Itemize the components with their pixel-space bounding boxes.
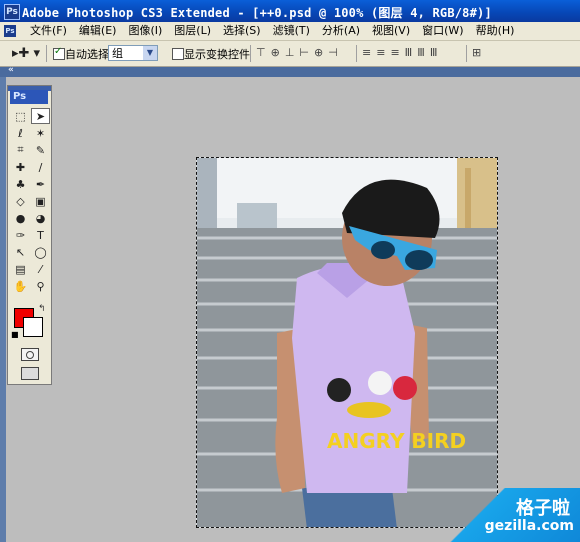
pen-tool-icon[interactable]: ✑ bbox=[11, 227, 30, 243]
screen-mode-button[interactable] bbox=[21, 367, 39, 380]
chevron-down-icon: ▼ bbox=[143, 46, 157, 60]
distribute-top-icon[interactable]: ≡ bbox=[362, 46, 376, 59]
shape-tool-icon[interactable]: ◯ bbox=[31, 244, 50, 260]
watermark-brand: 格子啦 bbox=[516, 498, 570, 519]
quick-mask-button[interactable] bbox=[21, 348, 39, 361]
menu-bar: Ps 文件(F) 编辑(E) 图像(I) 图层(L) 选择(S) 滤镜(T) 分… bbox=[0, 22, 580, 41]
ps-menu-icon[interactable]: Ps bbox=[4, 25, 16, 37]
magic-wand-tool-icon[interactable]: ✶ bbox=[31, 125, 50, 141]
zoom-tool-icon[interactable]: ⚲ bbox=[31, 278, 50, 294]
window-title: Adobe Photoshop CS3 Extended - [++0.psd … bbox=[22, 6, 492, 20]
options-separator bbox=[356, 45, 357, 62]
menu-filter[interactable]: 滤镜(T) bbox=[267, 24, 316, 38]
slice-tool-icon[interactable]: ✎ bbox=[31, 142, 50, 158]
align-left-icon[interactable]: ⊢ bbox=[299, 46, 314, 59]
align-buttons-group[interactable]: ⊤⊕⊥⊢⊕⊣ bbox=[256, 46, 343, 59]
background-color-swatch[interactable] bbox=[23, 317, 43, 337]
marquee-tool-icon[interactable]: ⬚ bbox=[11, 108, 30, 124]
menu-edit[interactable]: 编辑(E) bbox=[73, 24, 123, 38]
menu-layer[interactable]: 图层(L) bbox=[168, 24, 217, 38]
watermark-url: gezilla.com bbox=[484, 518, 574, 534]
blur-tool-icon[interactable]: ● bbox=[11, 210, 30, 226]
align-bottom-icon[interactable]: ⊥ bbox=[285, 46, 300, 59]
title-bar: Ps Adobe Photoshop CS3 Extended - [++0.p… bbox=[0, 0, 580, 23]
ps-logo: Ps bbox=[10, 90, 48, 104]
document-canvas[interactable]: ANGRY BIRD bbox=[196, 157, 498, 528]
align-right-icon[interactable]: ⊣ bbox=[328, 46, 343, 59]
default-colors-icon[interactable]: ■ bbox=[11, 330, 19, 339]
menu-window[interactable]: 窗口(W) bbox=[416, 24, 469, 38]
distribute-vcenter-icon[interactable]: ≡ bbox=[376, 46, 390, 59]
options-separator bbox=[466, 45, 467, 62]
type-tool-icon[interactable]: T bbox=[31, 227, 50, 243]
clone-stamp-tool-icon[interactable]: ♣ bbox=[11, 176, 30, 192]
menu-view[interactable]: 视图(V) bbox=[366, 24, 416, 38]
distribute-bottom-icon[interactable]: ≡ bbox=[390, 46, 404, 59]
auto-align-icon[interactable]: ⊞ bbox=[472, 46, 486, 59]
healing-brush-tool-icon[interactable]: ✚ bbox=[11, 159, 30, 175]
ps-app-icon: Ps bbox=[4, 4, 20, 20]
align-vcenter-icon[interactable]: ⊕ bbox=[271, 46, 285, 59]
auto-select-label: 自动选择: bbox=[65, 48, 113, 61]
distribute-buttons-group[interactable]: ≡≡≡ⅢⅢⅢ bbox=[362, 46, 442, 59]
history-brush-tool-icon[interactable]: ✒ bbox=[31, 176, 50, 192]
eyedropper-tool-icon[interactable]: ⁄ bbox=[31, 261, 50, 277]
gradient-tool-icon[interactable]: ▣ bbox=[31, 193, 50, 209]
eraser-tool-icon[interactable]: ◇ bbox=[11, 193, 30, 209]
options-separator bbox=[250, 45, 251, 62]
path-selection-tool-icon[interactable]: ↖ bbox=[11, 244, 30, 260]
auto-select-dropdown[interactable]: 组 ▼ bbox=[108, 45, 158, 61]
align-hcenter-icon[interactable]: ⊕ bbox=[314, 46, 328, 59]
auto-select-checkbox[interactable] bbox=[53, 46, 65, 60]
swap-colors-icon[interactable]: ↰ bbox=[38, 304, 46, 314]
crop-tool-icon[interactable]: ⌗ bbox=[11, 142, 30, 158]
menu-analysis[interactable]: 分析(A) bbox=[316, 24, 366, 38]
auto-select-value: 组 bbox=[112, 47, 123, 60]
collapse-icon[interactable]: « bbox=[8, 65, 14, 75]
notes-tool-icon[interactable]: ▤ bbox=[11, 261, 30, 277]
svg-text:ANGRY BIRD: ANGRY BIRD bbox=[327, 429, 466, 453]
lasso-tool-icon[interactable]: ℓ bbox=[11, 125, 30, 141]
distribute-right-icon[interactable]: Ⅲ bbox=[430, 46, 443, 59]
options-separator bbox=[46, 45, 47, 62]
show-transform-checkbox[interactable] bbox=[172, 48, 184, 60]
brush-tool-icon[interactable]: ∕ bbox=[31, 159, 50, 175]
options-bar: ▸✚ ▾ 自动选择: 组 ▼ 显示变换控件 ⊤⊕⊥⊢⊕⊣ ≡≡≡ⅢⅢⅢ ⊞ bbox=[0, 41, 580, 67]
distribute-hcenter-icon[interactable]: Ⅲ bbox=[417, 46, 430, 59]
menu-help[interactable]: 帮助(H) bbox=[470, 24, 521, 38]
show-transform-label: 显示变换控件 bbox=[184, 48, 250, 61]
toolbox: Ps ⬚ ➤ ℓ ✶ ⌗ ✎ ✚ ∕ ♣ ✒ ◇ ▣ ● ◕ ✑ T ↖ ◯ ▤… bbox=[7, 85, 52, 385]
menu-file[interactable]: 文件(F) bbox=[24, 24, 73, 38]
menu-select[interactable]: 选择(S) bbox=[217, 24, 267, 38]
distribute-left-icon[interactable]: Ⅲ bbox=[405, 46, 418, 59]
align-top-icon[interactable]: ⊤ bbox=[256, 46, 271, 59]
dodge-tool-icon[interactable]: ◕ bbox=[31, 210, 50, 226]
hand-tool-icon[interactable]: ✋ bbox=[11, 278, 30, 294]
move-tool-icon[interactable]: ➤ bbox=[31, 108, 50, 124]
watermark: 格子啦 gezilla.com bbox=[448, 488, 580, 542]
menu-image[interactable]: 图像(I) bbox=[122, 24, 168, 38]
panel-dock-strip: « bbox=[0, 65, 580, 77]
move-tool-icon[interactable]: ▸✚ ▾ bbox=[12, 46, 40, 61]
window-left-frame bbox=[0, 77, 6, 542]
photo-image: ANGRY BIRD bbox=[197, 158, 497, 527]
